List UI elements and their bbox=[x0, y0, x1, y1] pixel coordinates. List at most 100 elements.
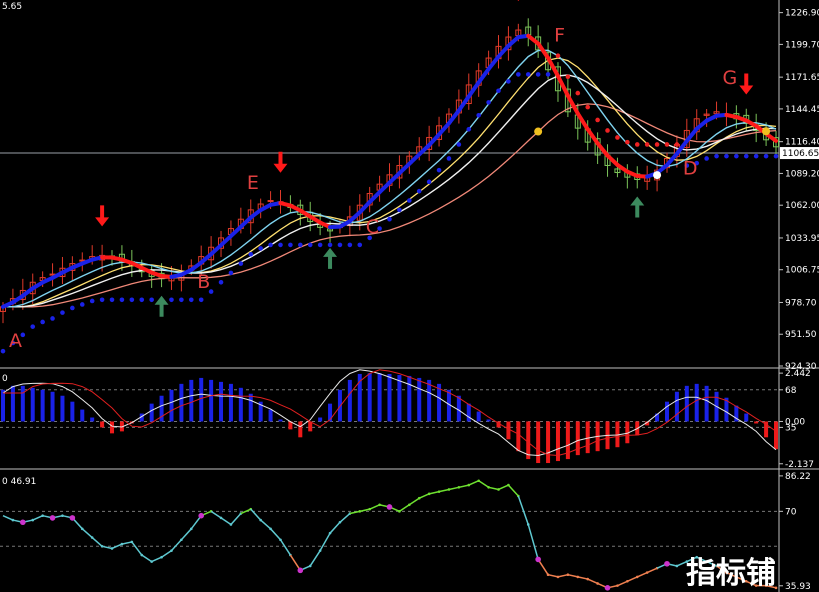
rsi-signal-marker bbox=[69, 515, 76, 521]
watermark-text: 指标铺 bbox=[686, 556, 776, 591]
wave-label-a: A bbox=[9, 330, 22, 352]
osc-tick-label: 35 bbox=[785, 423, 796, 433]
trailing-dot bbox=[317, 242, 323, 248]
trailing-dot bbox=[545, 72, 551, 77]
trailing-dot bbox=[734, 153, 739, 159]
trailing-dot bbox=[109, 297, 115, 303]
trailing-dot bbox=[407, 198, 412, 203]
price-tick-label: 1199.70 bbox=[785, 40, 819, 50]
trailing-dot bbox=[298, 242, 303, 248]
rsi-tick-label: 86.22 bbox=[785, 472, 811, 482]
trailing-dot bbox=[625, 139, 630, 145]
osc-histogram-bar bbox=[744, 413, 749, 422]
trailing-dot bbox=[169, 297, 174, 303]
trailing-dot bbox=[119, 297, 125, 303]
trailing-dot bbox=[466, 126, 472, 132]
trailing-dot bbox=[337, 242, 343, 248]
trailing-dot bbox=[753, 153, 759, 159]
osc-histogram-bar bbox=[169, 389, 174, 422]
osc-histogram-bar bbox=[149, 403, 154, 422]
trailing-dot bbox=[139, 297, 145, 303]
trailing-dot bbox=[79, 302, 85, 307]
trailing-dot bbox=[238, 261, 244, 266]
osc-histogram-bar bbox=[456, 395, 461, 422]
osc-histogram-bar bbox=[328, 403, 333, 422]
osc-histogram-bar bbox=[664, 401, 669, 422]
trailing-dot bbox=[535, 72, 541, 77]
osc-histogram-bar bbox=[90, 417, 95, 422]
trailing-dot bbox=[525, 72, 531, 77]
candle-body bbox=[267, 200, 274, 203]
wave-label-d: D bbox=[683, 157, 698, 179]
osc-histogram-bar bbox=[100, 421, 105, 428]
osc-histogram-bar bbox=[526, 421, 531, 460]
osc-histogram-bar bbox=[417, 377, 422, 422]
trailing-dot bbox=[89, 298, 95, 304]
osc-histogram-bar bbox=[684, 385, 689, 422]
trailing-dot bbox=[30, 324, 36, 329]
osc-histogram-bar bbox=[209, 379, 214, 422]
trailing-dot bbox=[426, 179, 432, 185]
osc-tick-label: 68 bbox=[785, 386, 797, 396]
trailing-dot bbox=[268, 242, 273, 248]
osc-histogram-bar bbox=[367, 373, 372, 422]
osc-histogram-bar bbox=[704, 385, 709, 422]
trailing-dot bbox=[595, 117, 600, 123]
trailing-dot bbox=[714, 153, 719, 159]
price-tick-label: 1089.20 bbox=[785, 169, 819, 179]
trailing-dot bbox=[387, 216, 392, 222]
rsi-signal-marker bbox=[604, 585, 611, 591]
osc-histogram-bar bbox=[506, 421, 511, 440]
rsi-signal-marker bbox=[20, 519, 26, 526]
osc-corner-value: 0 bbox=[2, 374, 8, 384]
trailing-dot bbox=[743, 153, 749, 159]
osc-histogram-bar bbox=[377, 373, 382, 422]
osc-histogram-bar bbox=[298, 421, 303, 438]
trailing-dot bbox=[664, 142, 670, 147]
osc-histogram-bar bbox=[754, 421, 759, 424]
trailing-dot bbox=[644, 142, 650, 147]
trailing-dot bbox=[179, 297, 184, 303]
price-tick-label: 1226.90 bbox=[785, 9, 819, 19]
osc-histogram-bar bbox=[248, 393, 253, 422]
rsi-signal-marker bbox=[386, 504, 393, 510]
price-tick-label: 978.70 bbox=[785, 298, 817, 308]
osc-histogram-bar bbox=[30, 387, 35, 422]
background bbox=[0, 0, 819, 592]
rsi-corner-value: 0 46.91 bbox=[2, 477, 36, 487]
trailing-dot bbox=[605, 128, 610, 133]
trailing-dot bbox=[773, 153, 779, 159]
osc-histogram-bar bbox=[387, 373, 392, 422]
price-tick-label: 1062.00 bbox=[785, 201, 819, 211]
osc-tick-label: -2.137 bbox=[785, 460, 814, 470]
osc-histogram-bar bbox=[476, 411, 481, 422]
trailing-dot bbox=[575, 90, 581, 96]
cross-marker bbox=[534, 127, 543, 136]
osc-tick-label: 2.442 bbox=[785, 369, 811, 379]
trailing-dot bbox=[436, 167, 442, 173]
osc-histogram-bar bbox=[10, 385, 15, 422]
osc-histogram-bar bbox=[1, 389, 5, 422]
trailing-dot bbox=[555, 53, 561, 59]
osc-histogram-bar bbox=[80, 409, 85, 422]
osc-histogram-bar bbox=[427, 379, 432, 422]
trailing-dot bbox=[40, 319, 45, 325]
trailing-dot bbox=[327, 242, 333, 248]
osc-histogram-bar bbox=[516, 421, 521, 452]
price-tick-label: 1171.65 bbox=[785, 73, 819, 83]
osc-histogram-bar bbox=[774, 421, 778, 450]
trailing-dot bbox=[129, 297, 135, 303]
osc-histogram-bar bbox=[585, 421, 590, 454]
osc-histogram-bar bbox=[40, 389, 45, 422]
osc-histogram-bar bbox=[466, 403, 471, 422]
wave-label-g: G bbox=[723, 67, 738, 89]
trailing-dot bbox=[506, 79, 511, 84]
trailing-dot bbox=[307, 242, 313, 248]
rsi-tick-label: 70 bbox=[785, 507, 797, 517]
trailing-dot bbox=[248, 251, 254, 257]
rsi-signal-marker bbox=[664, 560, 670, 567]
osc-histogram-bar bbox=[20, 385, 25, 422]
trailing-dot bbox=[218, 279, 224, 285]
osc-histogram-bar bbox=[268, 409, 273, 422]
trailing-dot bbox=[496, 88, 501, 94]
